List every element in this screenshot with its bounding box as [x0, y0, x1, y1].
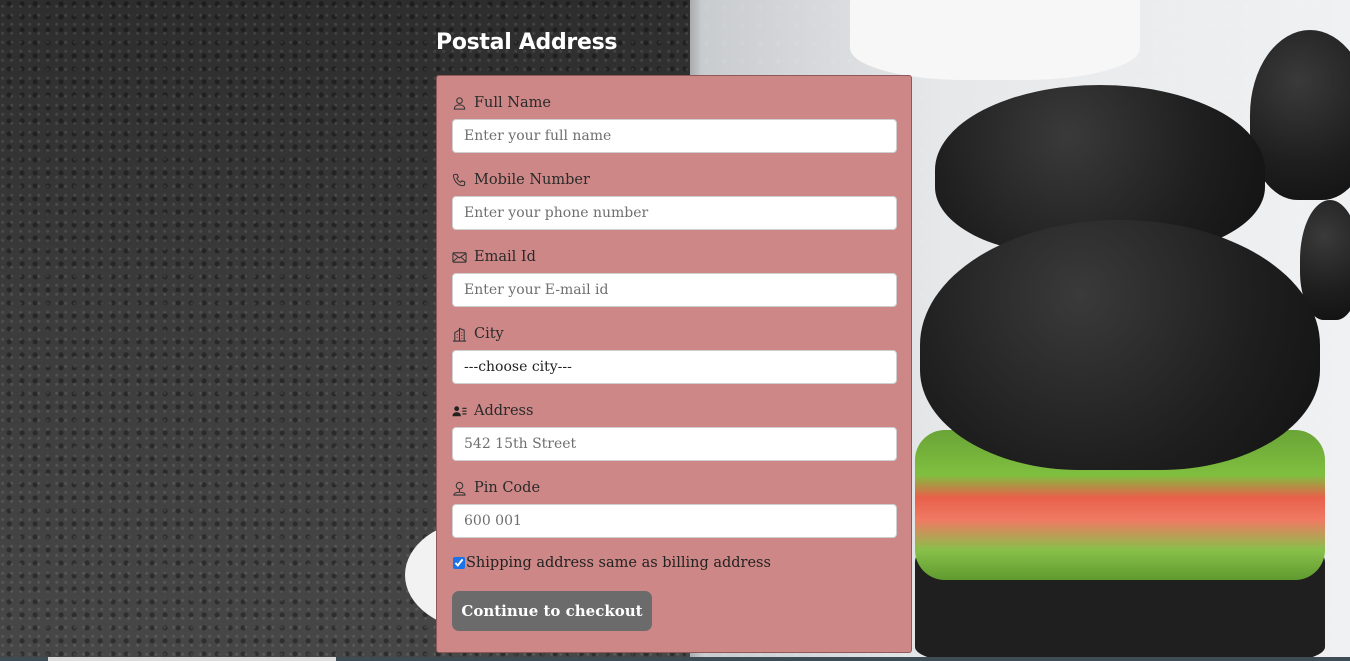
- pin-code-input[interactable]: [452, 504, 897, 538]
- shipping-same-label: Shipping address same as billing address: [466, 555, 771, 571]
- phone-icon: [452, 173, 466, 186]
- envelope-icon: [452, 251, 467, 263]
- city-field: City ---choose city---: [452, 325, 897, 384]
- scrollbar-thumb[interactable]: [48, 657, 336, 661]
- pin-code-field: Pin Code: [452, 479, 897, 538]
- mobile-number-label: Mobile Number: [474, 172, 590, 188]
- city-label: City: [474, 326, 504, 342]
- address-input[interactable]: [452, 427, 897, 461]
- building-icon: [452, 327, 467, 342]
- shipping-same-checkbox[interactable]: [453, 557, 465, 569]
- background-burger: [920, 220, 1320, 470]
- background-cup: [850, 0, 1140, 80]
- email-label: Email Id: [474, 249, 536, 265]
- city-select[interactable]: ---choose city---: [452, 350, 897, 384]
- background-burger: [1250, 30, 1350, 200]
- mobile-number-input[interactable]: [452, 196, 897, 230]
- postal-address-form: Full Name Mobile Number Email Id City: [436, 75, 912, 653]
- location-person-icon: [453, 481, 466, 496]
- email-field: Email Id: [452, 248, 897, 307]
- shipping-same-row[interactable]: Shipping address same as billing address: [453, 555, 771, 571]
- full-name-input[interactable]: [452, 119, 897, 153]
- continue-to-checkout-button[interactable]: Continue to checkout: [452, 591, 652, 631]
- address-card-icon: [452, 405, 467, 416]
- full-name-label: Full Name: [474, 95, 551, 111]
- horizontal-scrollbar[interactable]: [0, 657, 1350, 661]
- address-label: Address: [474, 403, 534, 419]
- address-field: Address: [452, 402, 897, 461]
- person-icon: [453, 96, 466, 110]
- full-name-field: Full Name: [452, 94, 897, 153]
- page-title: Postal Address: [436, 30, 618, 55]
- email-input[interactable]: [452, 273, 897, 307]
- pin-code-label: Pin Code: [474, 480, 541, 496]
- mobile-number-field: Mobile Number: [452, 171, 897, 230]
